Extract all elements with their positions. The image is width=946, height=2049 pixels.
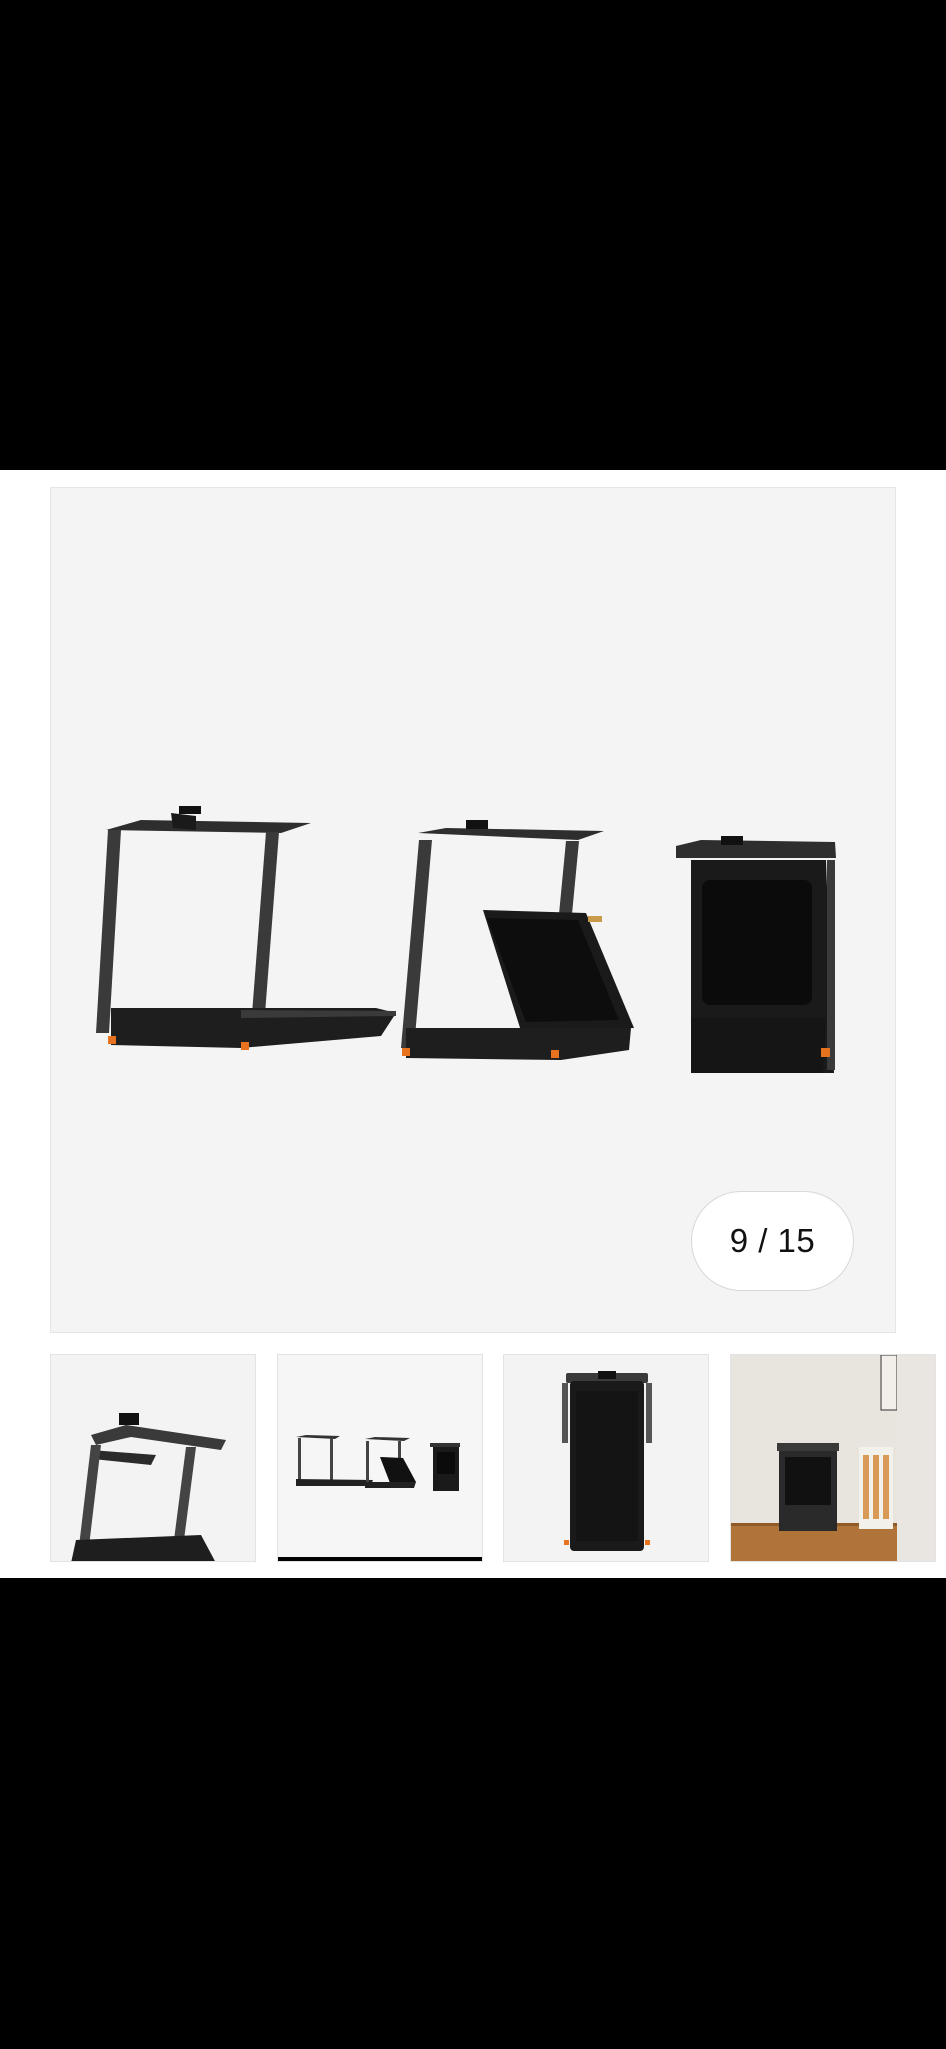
image-counter-text: 9 / 15 [729, 1222, 816, 1259]
treadmill-angle-thumbnail [71, 1413, 226, 1561]
treadmill-folded [676, 836, 836, 1073]
top-letterbox [0, 0, 946, 470]
thumbnail-3[interactable] [503, 1354, 709, 1562]
treadmill-unfolded [96, 806, 396, 1050]
treadmill-folded-top-thumbnail [562, 1371, 652, 1551]
treadmill-folding-sequence-thumbnail [296, 1435, 460, 1491]
thumbnail-4[interactable] [730, 1354, 936, 1562]
thumbnail-strip [50, 1354, 936, 1564]
treadmill-half-folded [401, 820, 634, 1060]
treadmill-in-room-thumbnail [731, 1355, 897, 1561]
thumbnail-1[interactable] [50, 1354, 256, 1562]
thumbnail-2[interactable] [277, 1354, 483, 1562]
image-counter-badge: 9 / 15 [691, 1191, 854, 1291]
bottom-letterbox [0, 1578, 946, 2049]
